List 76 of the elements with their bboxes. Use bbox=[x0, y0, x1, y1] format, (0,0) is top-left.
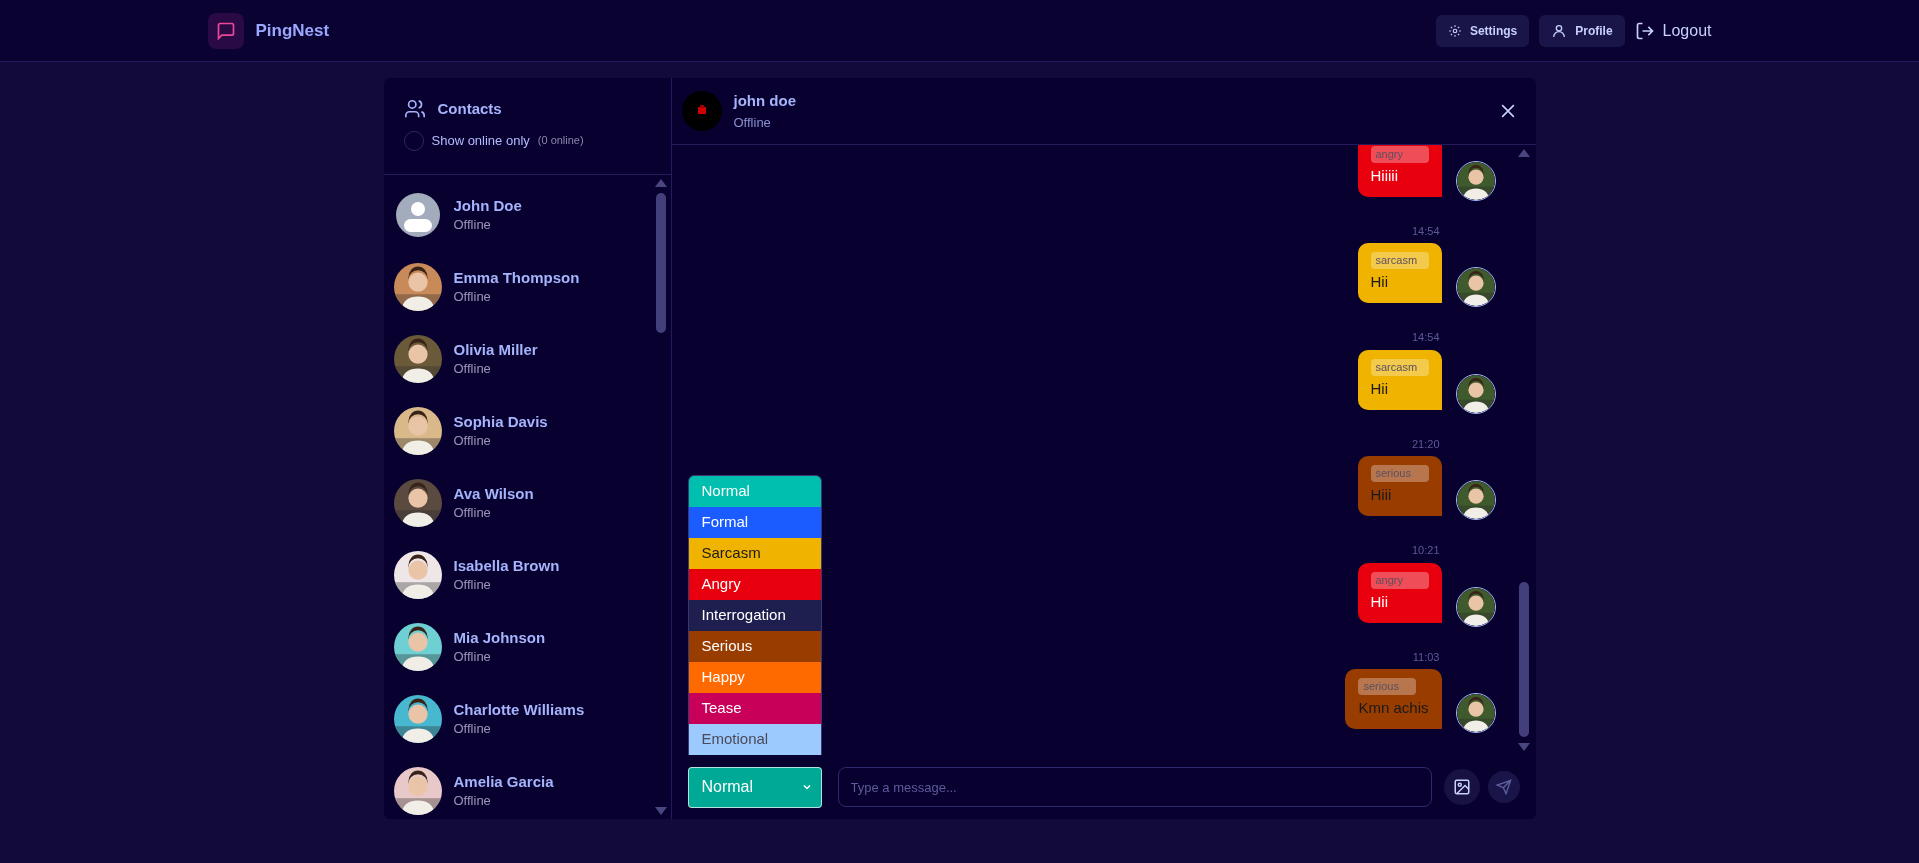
contact-name: Isabella Brown bbox=[453, 556, 560, 576]
mood-option[interactable]: Serious bbox=[688, 631, 821, 662]
online-count: (0 online) bbox=[537, 133, 584, 149]
message-input[interactable]: Type a message... bbox=[837, 767, 1432, 807]
contact-status: Offline bbox=[453, 432, 492, 450]
default-avatar-icon bbox=[395, 193, 440, 237]
mood-option[interactable]: Angry bbox=[688, 569, 821, 600]
mood-option[interactable]: Sarcasm bbox=[688, 538, 821, 569]
mood-tag: serious bbox=[1358, 678, 1417, 695]
message-time: 21:20 bbox=[1411, 436, 1440, 452]
send-button[interactable] bbox=[1487, 771, 1520, 803]
contact-status: Offline bbox=[453, 504, 492, 522]
message-bubble: sarcasm Hii bbox=[1357, 243, 1442, 303]
user-icon bbox=[1551, 22, 1568, 39]
mood-tag: angry bbox=[1370, 571, 1429, 589]
mood-tag: sarcasm bbox=[1370, 252, 1429, 269]
message-time: 10:21 bbox=[1411, 543, 1440, 558]
contact-status: Offline bbox=[453, 792, 492, 810]
mood-tag: sarcasm bbox=[1370, 358, 1429, 376]
scrollbar-thumb[interactable] bbox=[655, 193, 666, 333]
message-bubble: angry Hii bbox=[1357, 562, 1442, 623]
scroll-up-icon[interactable] bbox=[1517, 149, 1530, 157]
scroll-up-icon[interactable] bbox=[654, 179, 667, 187]
logout-icon bbox=[1634, 20, 1655, 41]
message-bubble: serious Kmn achis bbox=[1345, 669, 1442, 729]
contact-item[interactable]: Amelia Garcia Offline bbox=[393, 767, 655, 815]
image-icon bbox=[1452, 778, 1471, 796]
contact-item[interactable]: Mia Johnson Offline bbox=[393, 623, 655, 671]
header-button[interactable]: Settings bbox=[1435, 14, 1530, 47]
contact-name: Sophia Davis bbox=[453, 412, 548, 432]
chat-contact-status: Offline bbox=[733, 113, 772, 132]
filter-label: Show online only bbox=[431, 131, 530, 150]
contact-name: Emma Thompson bbox=[453, 268, 580, 288]
logo-icon bbox=[207, 12, 244, 49]
contact-status: Offline bbox=[453, 576, 492, 594]
mood-tag: angry bbox=[1370, 145, 1429, 163]
header-button[interactable]: Profile bbox=[1539, 14, 1625, 47]
contact-item[interactable]: John Doe Offline bbox=[393, 191, 655, 239]
contact-name: Charlotte Williams bbox=[453, 700, 585, 720]
contact-status: Offline bbox=[453, 648, 492, 666]
contact-item[interactable]: Isabella Brown Offline bbox=[393, 551, 655, 599]
contact-item[interactable]: Ava Wilson Offline bbox=[393, 479, 655, 527]
contact-status: Offline bbox=[453, 360, 492, 378]
scrollbar-thumb[interactable] bbox=[1518, 582, 1529, 737]
scroll-down-icon[interactable] bbox=[1517, 743, 1530, 751]
mood-tag: serious bbox=[1370, 465, 1429, 482]
logout-button[interactable]: Logout bbox=[1634, 14, 1712, 47]
send-icon bbox=[1495, 779, 1512, 795]
chat-contact-name: john doe bbox=[733, 91, 796, 111]
contact-name: John Doe bbox=[453, 196, 522, 216]
contact-item[interactable]: Sophia Davis Offline bbox=[393, 407, 655, 455]
contact-name: Olivia Miller bbox=[453, 340, 538, 360]
app-name: PingNest bbox=[255, 19, 330, 42]
settings-icon bbox=[1447, 23, 1462, 38]
message-time: 14:54 bbox=[1411, 330, 1440, 345]
message-bubble: angry Hiiiii bbox=[1357, 145, 1442, 197]
message-bubble: serious Hiii bbox=[1357, 456, 1442, 516]
image-button[interactable] bbox=[1443, 769, 1480, 805]
message-bubble: sarcasm Hii bbox=[1357, 349, 1442, 410]
mood-option[interactable]: Emotional bbox=[688, 724, 821, 755]
contact-name: Amelia Garcia bbox=[453, 772, 554, 792]
contact-item[interactable]: Olivia Miller Offline bbox=[393, 335, 655, 383]
contact-status: Offline bbox=[453, 216, 492, 234]
mood-option[interactable]: Tease bbox=[688, 693, 821, 724]
contact-status: Offline bbox=[453, 288, 492, 306]
message-time: 14:54 bbox=[1411, 223, 1440, 239]
scroll-down-icon[interactable] bbox=[654, 807, 667, 815]
message-time: 11:03 bbox=[1412, 649, 1440, 665]
contact-name: Mia Johnson bbox=[453, 628, 546, 648]
contacts-title: Contacts bbox=[437, 99, 502, 119]
contact-name: Ava Wilson bbox=[453, 484, 534, 504]
mood-option[interactable]: Interrogation bbox=[688, 600, 821, 631]
contact-item[interactable]: Emma Thompson Offline bbox=[393, 263, 655, 311]
contact-item[interactable]: Charlotte Williams Offline bbox=[393, 695, 655, 743]
mood-option[interactable]: Formal bbox=[688, 507, 821, 538]
contact-status: Offline bbox=[453, 720, 492, 738]
